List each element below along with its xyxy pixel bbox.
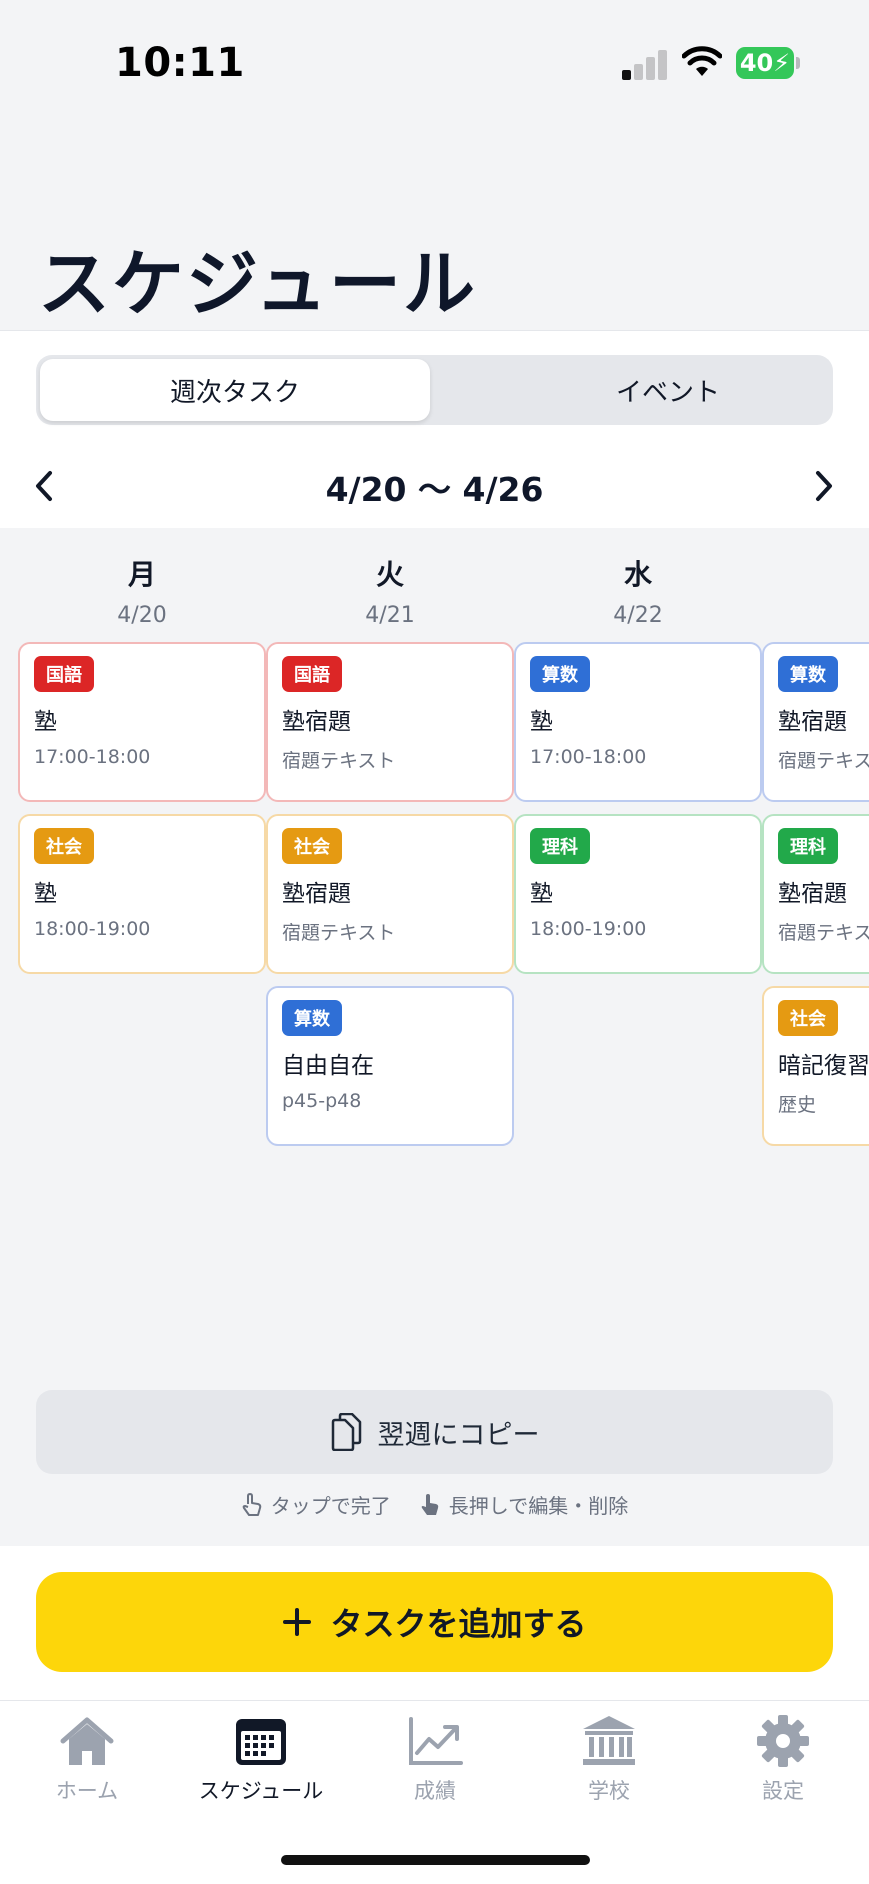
copy-next-week-label: 翌週にコピー	[377, 1419, 540, 1451]
day-name: 火	[375, 558, 404, 591]
tab-schedule[interactable]: スケジュール	[174, 1713, 348, 1805]
copy-icon	[331, 1413, 361, 1451]
tab-weekly-tasks[interactable]: 週次タスク	[40, 359, 430, 421]
task-detail: p45-p48	[282, 1090, 362, 1112]
battery-cap	[796, 57, 800, 69]
status-time: 10:11	[115, 40, 245, 86]
task-title: 塾	[530, 881, 553, 907]
task-detail: 17:00-18:00	[530, 746, 647, 768]
page-title: スケジュール	[38, 242, 477, 326]
task-card[interactable]: 算数 塾宿題 宿題テキスト	[762, 642, 869, 802]
tab-label: 成績	[414, 1779, 456, 1803]
tab-bar: ホーム スケジュール 成績 学校 設定	[0, 1700, 869, 1830]
task-title: 自由自在	[282, 1053, 374, 1079]
task-title: 塾宿題	[282, 709, 351, 735]
subject-badge: 社会	[34, 828, 94, 864]
tab-home[interactable]: ホーム	[0, 1713, 174, 1805]
task-card[interactable]: 理科 塾 18:00-19:00	[514, 814, 762, 974]
add-task-label: タスクを追加する	[330, 1605, 587, 1643]
task-detail: 宿題テキスト	[282, 750, 396, 772]
chevron-right-icon	[816, 471, 832, 501]
task-card[interactable]: 国語 塾 17:00-18:00	[18, 642, 266, 802]
day-date: 4	[762, 563, 869, 588]
week-range: 4/20 〜 4/26	[325, 470, 544, 509]
bottom-panel: タスクを追加する ホーム スケジュール 成績 学校 設定	[0, 1546, 869, 1884]
signal-icon	[622, 50, 668, 80]
copy-next-week-button[interactable]: 翌週にコピー	[36, 1390, 833, 1474]
hint-long-press: 長押しで編集・削除	[419, 1490, 628, 1519]
task-card[interactable]: 社会 塾宿題 宿題テキスト	[266, 814, 514, 974]
day-date: 4/22	[613, 603, 663, 628]
school-icon	[583, 1716, 635, 1765]
task-title: 暗記復習	[778, 1053, 869, 1079]
day-name: 月	[127, 558, 156, 591]
subject-badge: 算数	[530, 656, 590, 692]
task-title: 塾	[34, 709, 57, 735]
task-card[interactable]: 社会 暗記復習 歴史	[762, 986, 869, 1146]
tab-label: ホーム	[55, 1779, 119, 1803]
battery-icon: 40 ⚡	[736, 47, 794, 79]
week-navigator: 4/20 〜 4/26	[0, 451, 869, 521]
status-bar: 10:11 40 ⚡	[0, 0, 869, 130]
task-detail: 歴史	[778, 1094, 817, 1116]
task-detail: 宿題テキスト	[778, 750, 869, 772]
task-title: 塾	[34, 881, 57, 907]
task-detail: 宿題テキスト	[778, 922, 869, 944]
task-detail: 18:00-19:00	[34, 918, 151, 940]
next-week-button[interactable]	[798, 461, 848, 511]
day-column-header: 4	[762, 553, 869, 588]
day-date: 4/20	[117, 603, 167, 628]
task-title: 塾宿題	[778, 881, 847, 907]
day-date: 4/21	[365, 603, 415, 628]
task-title: 塾宿題	[778, 709, 847, 735]
task-card[interactable]: 算数 自由自在 p45-p48	[266, 986, 514, 1146]
tap-hand-icon	[242, 1492, 262, 1516]
task-card[interactable]: 算数 塾 17:00-18:00	[514, 642, 762, 802]
schedule-screen: 10:11 40 ⚡ スケジュール 週次タスク イベント 4/20 〜 4/26…	[0, 0, 869, 1884]
task-detail: 17:00-18:00	[34, 746, 151, 768]
add-task-button[interactable]: タスクを追加する	[36, 1572, 833, 1672]
hint-long-press-label: 長押しで編集・削除	[448, 1494, 629, 1518]
wifi-icon	[682, 46, 722, 76]
home-icon	[60, 1717, 114, 1765]
tab-events[interactable]: イベント	[473, 359, 863, 421]
subject-badge: 理科	[530, 828, 590, 864]
day-column-header: 月 4/20	[18, 553, 266, 628]
day-column-header: 火 4/21	[266, 553, 514, 628]
gear-icon	[757, 1715, 809, 1767]
hint-tap: タップで完了	[241, 1490, 391, 1519]
day-name: 水	[623, 558, 652, 591]
task-title: 塾宿題	[282, 881, 351, 907]
task-title: 塾	[530, 709, 553, 735]
subject-badge: 理科	[778, 828, 838, 864]
subject-badge: 国語	[282, 656, 342, 692]
task-card[interactable]: 国語 塾宿題 宿題テキスト	[266, 642, 514, 802]
usage-hints: タップで完了 長押しで編集・削除	[0, 1490, 869, 1519]
subject-badge: 算数	[778, 656, 838, 692]
tab-label: 学校	[588, 1779, 630, 1803]
task-detail: 18:00-19:00	[530, 918, 647, 940]
calendar-icon	[236, 1719, 286, 1765]
tab-grades[interactable]: 成績	[348, 1713, 522, 1805]
tab-school[interactable]: 学校	[522, 1713, 696, 1805]
day-column-header: 水 4/22	[514, 553, 762, 628]
subject-badge: 社会	[778, 1000, 838, 1036]
battery-level: 40	[739, 49, 774, 77]
subject-badge: 算数	[282, 1000, 342, 1036]
long-press-hand-icon	[421, 1493, 439, 1515]
task-card[interactable]: 社会 塾 18:00-19:00	[18, 814, 266, 974]
tab-settings[interactable]: 設定	[696, 1713, 869, 1805]
segmented-control: 週次タスク イベント	[36, 355, 833, 425]
subject-badge: 国語	[34, 656, 94, 692]
plus-icon	[283, 1608, 312, 1636]
home-indicator	[281, 1855, 590, 1865]
tab-label: 設定	[762, 1779, 804, 1803]
chart-icon	[409, 1717, 463, 1765]
header-panel: 週次タスク イベント 4/20 〜 4/26	[0, 330, 869, 528]
tab-label: スケジュール	[198, 1779, 324, 1803]
task-detail: 宿題テキスト	[282, 922, 396, 944]
hint-tap-label: タップで完了	[270, 1494, 391, 1518]
subject-badge: 社会	[282, 828, 342, 864]
task-card[interactable]: 理科 塾宿題 宿題テキスト	[762, 814, 869, 974]
